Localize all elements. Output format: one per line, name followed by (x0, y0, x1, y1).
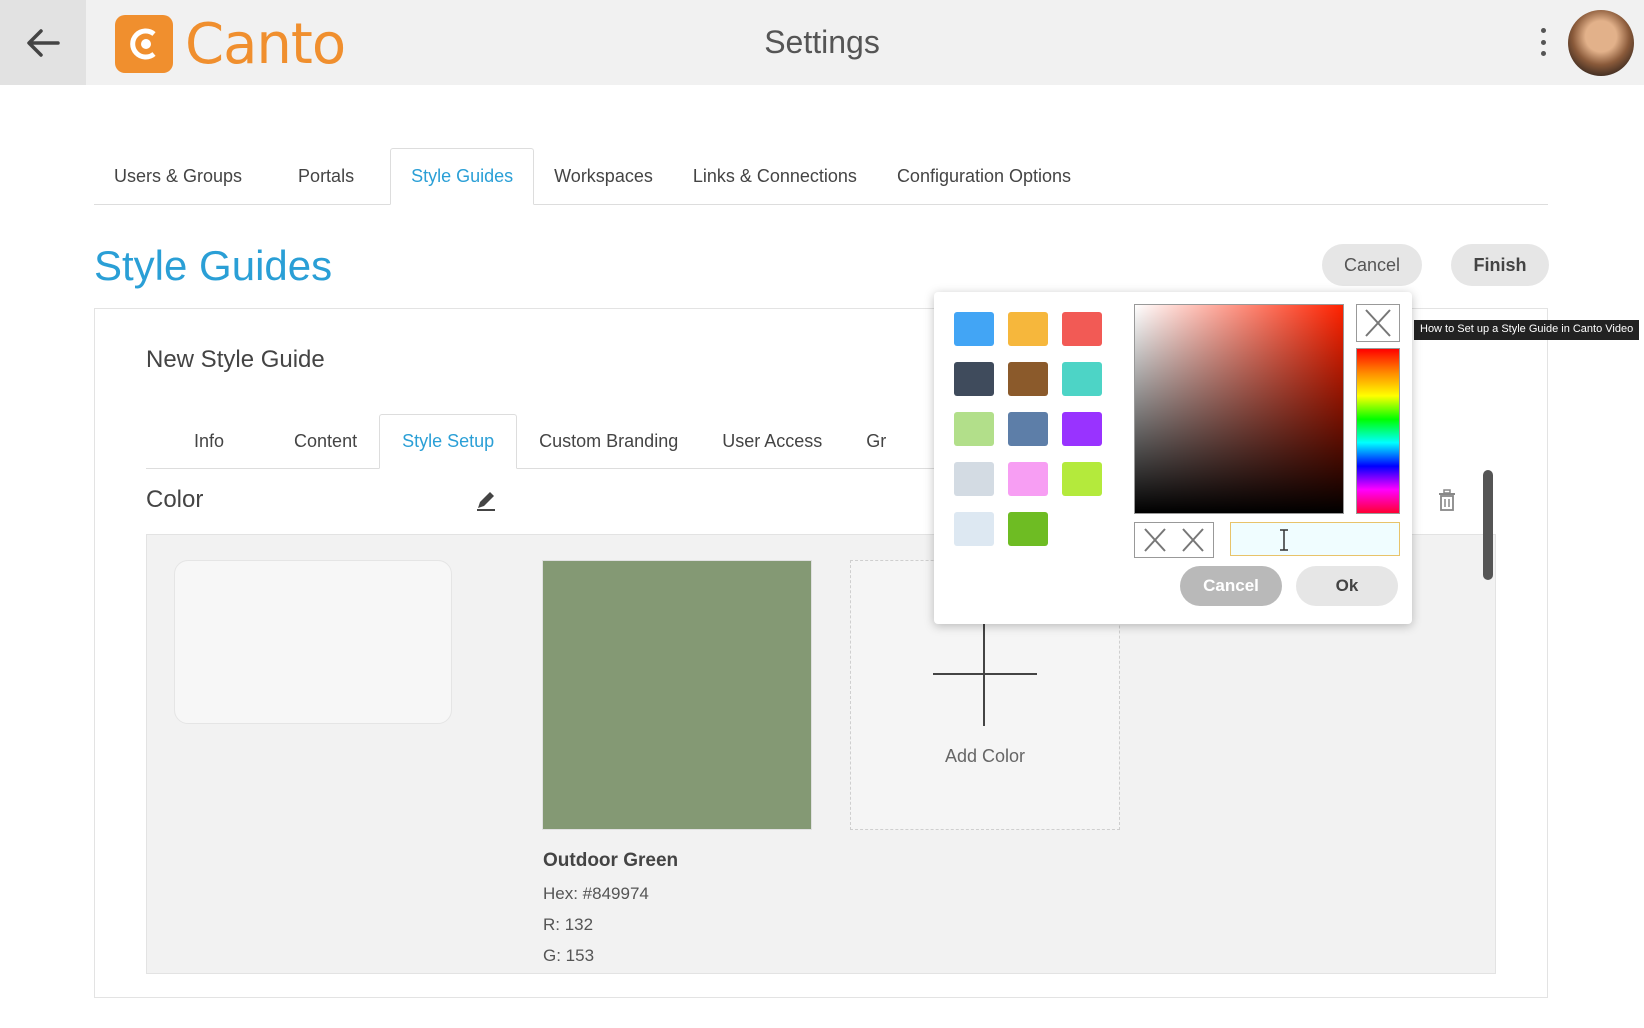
picker-cancel-button[interactable]: Cancel (1180, 566, 1282, 606)
scrollbar[interactable] (1483, 470, 1493, 580)
avatar[interactable] (1568, 10, 1634, 76)
color-section-label: Color (146, 486, 204, 513)
hue-slider[interactable] (1356, 348, 1400, 514)
preset-swatch[interactable] (1062, 462, 1102, 496)
more-menu-icon[interactable] (1538, 28, 1548, 56)
text-cursor-icon (1280, 529, 1288, 551)
trash-icon[interactable] (1436, 488, 1458, 512)
style-guide-title: New Style Guide (146, 346, 325, 373)
tab-configuration-options[interactable]: Configuration Options (877, 148, 1091, 205)
saturation-picker[interactable] (1134, 304, 1344, 514)
pencil-icon[interactable] (474, 488, 498, 512)
color-r: R: 132 (543, 915, 594, 934)
preset-swatch[interactable] (954, 412, 994, 446)
tab-users-groups[interactable]: Users & Groups (94, 148, 262, 205)
tab-style-setup[interactable]: Style Setup (379, 414, 518, 469)
no-color-preview (1134, 522, 1214, 558)
page-title: Settings (764, 24, 880, 60)
picker-ok-button[interactable]: Ok (1296, 566, 1398, 606)
section-title: Style Guides (94, 242, 333, 289)
preset-swatch[interactable] (1062, 312, 1102, 346)
preset-swatch[interactable] (1008, 512, 1048, 546)
tab-portals[interactable]: Portals (262, 148, 390, 205)
preset-swatch[interactable] (1008, 312, 1048, 346)
color-swatch-outdoor-green[interactable] (542, 560, 812, 830)
add-color-label: Add Color (944, 746, 1026, 766)
color-g: G: 153 (543, 946, 595, 965)
preset-swatch[interactable] (954, 362, 994, 396)
preset-swatch[interactable] (954, 312, 994, 346)
tab-style-guides[interactable]: Style Guides (390, 148, 535, 205)
style-guide-tabs: Info Content Style Setup Custom Branding… (146, 414, 946, 469)
tab-info[interactable]: Info (146, 414, 272, 469)
preset-swatch[interactable] (954, 462, 994, 496)
top-bar: Canto Settings (0, 0, 1644, 85)
preset-swatch[interactable] (1062, 362, 1102, 396)
tab-custom-branding[interactable]: Custom Branding (517, 414, 700, 469)
color-picker: Cancel Ok (934, 292, 1412, 624)
tab-user-access[interactable]: User Access (700, 414, 844, 469)
preset-swatch[interactable] (1008, 462, 1048, 496)
plus-icon (983, 624, 985, 726)
empty-color-card[interactable] (174, 560, 452, 724)
cancel-button[interactable]: Cancel (1322, 244, 1422, 286)
clear-color-button[interactable] (1356, 304, 1400, 342)
video-tooltip: How to Set up a Style Guide in Canto Vid… (1414, 320, 1640, 340)
tab-content[interactable]: Content (272, 414, 379, 469)
tab-links-connections[interactable]: Links & Connections (673, 148, 877, 205)
preset-swatch[interactable] (1062, 412, 1102, 446)
close-icon (1365, 309, 1391, 337)
preset-swatch[interactable] (1008, 362, 1048, 396)
plus-icon-bar (933, 673, 1037, 675)
tab-workspaces[interactable]: Workspaces (534, 148, 673, 205)
preset-swatch[interactable] (954, 512, 994, 546)
settings-tabs: Users & Groups Portals Style Guides Work… (94, 148, 1548, 205)
color-name: Outdoor Green (543, 850, 679, 871)
preset-swatch[interactable] (1008, 412, 1048, 446)
color-hex: Hex: #849974 (543, 884, 649, 903)
tab-truncated[interactable]: Gr (844, 414, 908, 469)
finish-button[interactable]: Finish (1451, 244, 1549, 286)
close-icon (1144, 528, 1204, 552)
hex-input[interactable] (1230, 522, 1400, 556)
